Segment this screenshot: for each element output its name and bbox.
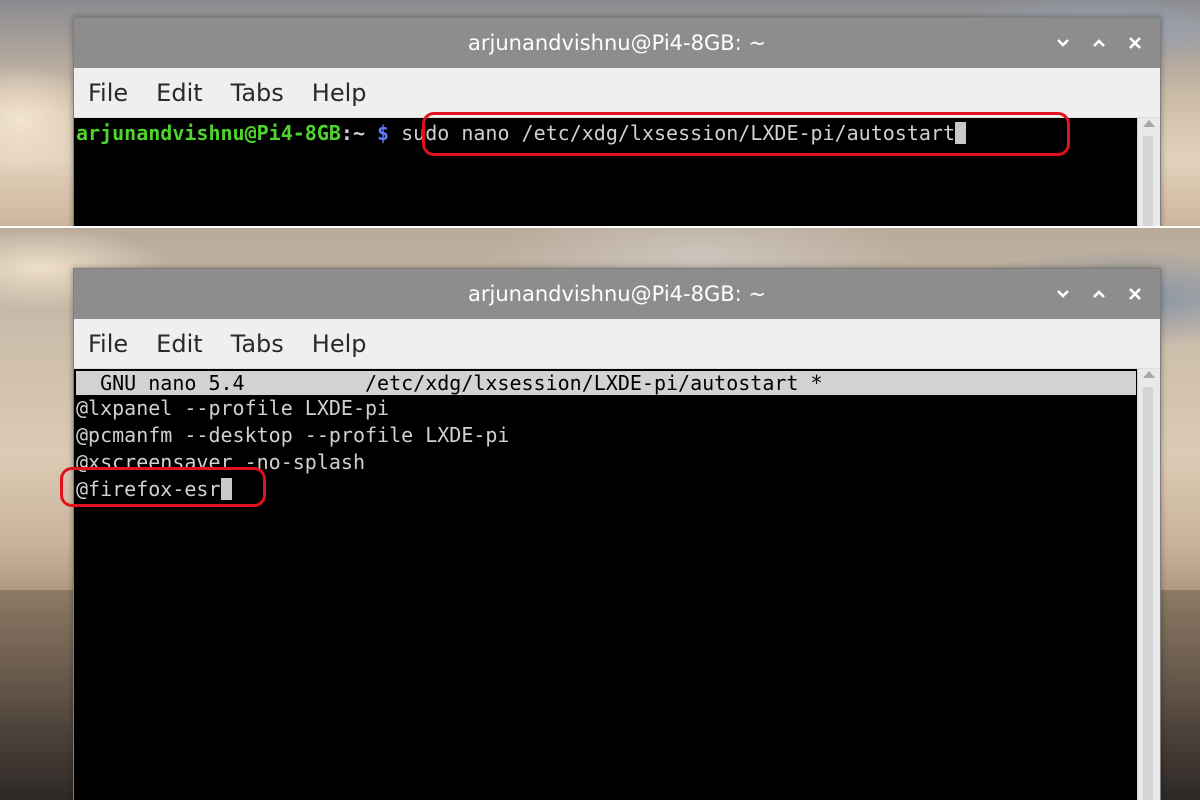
scrollbar[interactable] bbox=[1137, 118, 1160, 226]
terminal-output[interactable]: arjunandvishnu@Pi4-8GB:~ $ sudo nano /et… bbox=[74, 112, 1160, 226]
menu-help[interactable]: Help bbox=[312, 330, 367, 358]
close-button[interactable] bbox=[1120, 279, 1150, 309]
menu-file[interactable]: File bbox=[88, 79, 128, 107]
window-controls bbox=[1048, 269, 1150, 319]
minimize-button[interactable] bbox=[1048, 28, 1078, 58]
close-icon bbox=[1129, 288, 1141, 300]
menu-bar: File Edit Tabs Help bbox=[74, 319, 1160, 369]
prompt-symbol: $ bbox=[377, 121, 390, 145]
window-title: arjunandvishnu@Pi4-8GB: ~ bbox=[468, 31, 766, 55]
window-controls bbox=[1048, 18, 1150, 68]
menu-edit[interactable]: Edit bbox=[156, 79, 202, 107]
terminal-window: arjunandvishnu@Pi4-8GB: ~ File Edit Tabs… bbox=[73, 17, 1161, 226]
menu-edit[interactable]: Edit bbox=[156, 330, 202, 358]
window-titlebar[interactable]: arjunandvishnu@Pi4-8GB: ~ bbox=[74, 18, 1160, 68]
top-screenshot-panel: arjunandvishnu@Pi4-8GB: ~ File Edit Tabs… bbox=[0, 0, 1200, 226]
menu-file[interactable]: File bbox=[88, 330, 128, 358]
prompt-separator: :~ bbox=[340, 121, 378, 145]
scroll-thumb[interactable] bbox=[1143, 387, 1153, 800]
menu-tabs[interactable]: Tabs bbox=[231, 79, 284, 107]
chevron-down-icon bbox=[1057, 39, 1069, 47]
window-title: arjunandvishnu@Pi4-8GB: ~ bbox=[468, 282, 766, 306]
nano-editor[interactable]: GNU nano 5.4 /etc/xdg/lxsession/LXDE-pi/… bbox=[60, 369, 1160, 800]
scroll-thumb[interactable] bbox=[1143, 136, 1153, 226]
firefox-line-highlight-box bbox=[60, 467, 266, 507]
nano-title-bar: GNU nano 5.4 /etc/xdg/lxsession/LXDE-pi/… bbox=[76, 371, 1136, 395]
file-line: @lxpanel --profile LXDE-pi bbox=[76, 396, 390, 420]
chevron-up-icon bbox=[1093, 290, 1105, 298]
chevron-down-icon bbox=[1057, 290, 1069, 298]
scrollbar[interactable] bbox=[1137, 369, 1160, 800]
bottom-screenshot-panel: arjunandvishnu@Pi4-8GB: ~ File Edit Tabs… bbox=[0, 228, 1200, 800]
chevron-up-icon bbox=[1093, 39, 1105, 47]
file-line: @pcmanfm --desktop --profile LXDE-pi bbox=[76, 423, 510, 447]
close-icon bbox=[1129, 37, 1141, 49]
menu-bar: File Edit Tabs Help bbox=[74, 68, 1160, 118]
window-titlebar[interactable]: arjunandvishnu@Pi4-8GB: ~ bbox=[74, 269, 1160, 319]
terminal-window: arjunandvishnu@Pi4-8GB: ~ File Edit Tabs… bbox=[60, 268, 1161, 800]
prompt-user: arjunandvishnu@Pi4-8GB bbox=[76, 121, 341, 145]
close-button[interactable] bbox=[1120, 28, 1150, 58]
scroll-up-arrow-icon[interactable] bbox=[1143, 371, 1155, 378]
menu-tabs[interactable]: Tabs bbox=[231, 330, 284, 358]
command-highlight-box bbox=[422, 112, 1070, 156]
scroll-up-arrow-icon[interactable] bbox=[1143, 120, 1155, 127]
menu-help[interactable]: Help bbox=[312, 79, 367, 107]
maximize-button[interactable] bbox=[1084, 28, 1114, 58]
minimize-button[interactable] bbox=[1048, 279, 1078, 309]
maximize-button[interactable] bbox=[1084, 279, 1114, 309]
